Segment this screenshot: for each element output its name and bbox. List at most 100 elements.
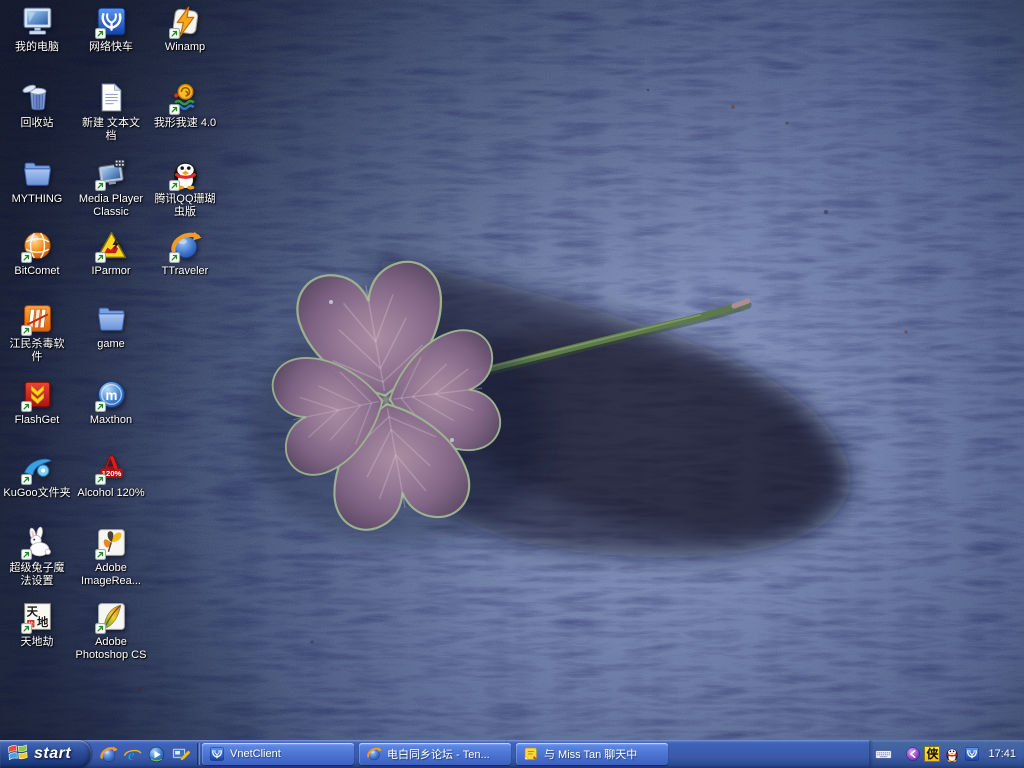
desktop-icon-iparmor[interactable]: IParmor bbox=[69, 229, 153, 278]
desktop-icon-label: 超级兔子魔 法设置 bbox=[0, 562, 79, 588]
shortcut-arrow-badge bbox=[95, 623, 106, 634]
shortcut-arrow-badge bbox=[169, 180, 180, 191]
shortcut-arrow-badge bbox=[95, 549, 106, 560]
ttraveler-icon bbox=[168, 229, 202, 263]
vnetclient-task[interactable]: VnetClient bbox=[202, 743, 354, 765]
show-desktop-quicklaunch[interactable] bbox=[170, 744, 190, 764]
shortcut-arrow-badge bbox=[21, 252, 32, 263]
start-button[interactable]: start bbox=[0, 740, 91, 768]
desktop: 我的电脑网络快车Winamp 回收站新建 文本文 档我形我速 4.0 MYTHING… bbox=[0, 0, 1024, 740]
desktop-icon-recycle-bin[interactable]: 回收站 bbox=[0, 81, 79, 130]
desktop-icon-label: Adobe ImageRea... bbox=[69, 562, 153, 588]
desktop-icon-label: 天地劫 bbox=[0, 636, 79, 649]
desktop-icon-label: Maxthon bbox=[69, 414, 153, 427]
winamp-icon bbox=[168, 5, 202, 39]
desktop-icon-mything[interactable]: MYTHING bbox=[0, 157, 79, 206]
folder-icon bbox=[94, 302, 128, 336]
folder-icon bbox=[20, 157, 54, 191]
shortcut-arrow-badge bbox=[95, 28, 106, 39]
desktop-icon-maxthon[interactable]: m Maxthon bbox=[69, 378, 153, 427]
shortcut-arrow-badge bbox=[169, 28, 180, 39]
shortcut-arrow-badge bbox=[21, 623, 32, 634]
desktop-icon-label: IParmor bbox=[69, 265, 153, 278]
start-button-label: start bbox=[34, 745, 71, 763]
shortcut-arrow-badge bbox=[169, 104, 180, 115]
desktop-icon-alcohol[interactable]: A120%Alcohol 120% bbox=[69, 451, 153, 500]
desktop-icon-imageready[interactable]: Adobe ImageRea... bbox=[69, 526, 153, 588]
system-tray: 侠 17:41 bbox=[869, 740, 1024, 768]
tray-qq-tray-icon[interactable] bbox=[943, 746, 960, 763]
desktop-icon-label: 新建 文本文 档 bbox=[69, 117, 153, 143]
shortcut-arrow-badge bbox=[95, 180, 106, 191]
photoshop-icon bbox=[94, 600, 128, 634]
desktop-icon-label: FlashGet bbox=[0, 414, 79, 427]
desktop-icon-winamp[interactable]: Winamp bbox=[143, 5, 227, 54]
tiandijie-icon: 天地劫 bbox=[20, 600, 54, 634]
desktop-icon-label: Adobe Photoshop CS bbox=[69, 636, 153, 662]
task-button-area: VnetClient 电白同乡论坛 - Ten... 与 Miss Tan 聊天中 bbox=[202, 740, 869, 768]
kugoo-icon bbox=[20, 451, 54, 485]
internet-explorer-quicklaunch[interactable]: e bbox=[122, 744, 142, 764]
desktop-icon-label: 网络快车 bbox=[69, 41, 153, 54]
forum-browser-task-label: 电白同乡论坛 - Ten... bbox=[387, 746, 490, 762]
imageready-icon bbox=[94, 526, 128, 560]
desktop-icon-new-text-doc[interactable]: 新建 文本文 档 bbox=[69, 81, 153, 143]
tray-input-method-icon[interactable] bbox=[875, 746, 892, 763]
desktop-icon-label: BitComet bbox=[0, 265, 79, 278]
desktop-icon-label: TTraveler bbox=[143, 265, 227, 278]
mpc-icon bbox=[94, 157, 128, 191]
svg-text:m: m bbox=[105, 388, 117, 403]
alcohol-icon: A120% bbox=[94, 451, 128, 485]
recycle-bin-icon bbox=[20, 81, 54, 115]
text-doc-icon bbox=[94, 81, 128, 115]
media-player-quicklaunch[interactable] bbox=[146, 744, 166, 764]
taskbar: start e VnetClient 电白同乡论坛 - Ten... 与 Miss … bbox=[0, 740, 1024, 768]
desktop-icon-game-folder[interactable]: game bbox=[69, 302, 153, 351]
shortcut-arrow-badge bbox=[21, 474, 32, 485]
desktop-icon-label: 回收站 bbox=[0, 117, 79, 130]
desktop-icon-tiandijie[interactable]: 天地劫天地劫 bbox=[0, 600, 79, 649]
desktop-icon-mpc[interactable]: Media Player Classic bbox=[69, 157, 153, 219]
desktop-icon-woxing-wosu[interactable]: 我形我速 4.0 bbox=[143, 81, 227, 130]
tray-telecom-tray-icon[interactable] bbox=[963, 746, 980, 763]
desktop-icon-label: game bbox=[69, 338, 153, 351]
desktop-icon-label: 我的电脑 bbox=[0, 41, 79, 54]
shortcut-arrow-badge bbox=[95, 252, 106, 263]
ttraveler-quicklaunch[interactable] bbox=[98, 744, 118, 764]
desktop-icon-super-rabbit[interactable]: 超级兔子魔 法设置 bbox=[0, 526, 79, 588]
windows-flag-icon bbox=[7, 741, 29, 768]
shortcut-arrow-badge bbox=[21, 325, 32, 336]
desktop-icon-label: KuGoo文件夹 bbox=[0, 487, 79, 500]
qq-icon bbox=[168, 157, 202, 191]
desktop-icon-label: Media Player Classic bbox=[69, 193, 153, 219]
shortcut-arrow-badge bbox=[21, 401, 32, 412]
svg-text:e: e bbox=[127, 746, 134, 763]
qq-chat-task-label: 与 Miss Tan 聊天中 bbox=[544, 746, 637, 762]
desktop-icon-flashget[interactable]: FlashGet bbox=[0, 378, 79, 427]
desktop-icon-kugoo-folder[interactable]: KuGoo文件夹 bbox=[0, 451, 79, 500]
bitcomet-icon bbox=[20, 229, 54, 263]
vnetclient-task-label: VnetClient bbox=[230, 748, 281, 760]
qq-chat-task[interactable]: 与 Miss Tan 聊天中 bbox=[516, 743, 668, 765]
desktop-icon-my-computer[interactable]: 我的电脑 bbox=[0, 5, 79, 54]
jiangmin-icon bbox=[20, 302, 54, 336]
desktop-icon-photoshop-cs[interactable]: Adobe Photoshop CS bbox=[69, 600, 153, 662]
desktop-icon-net-express[interactable]: 网络快车 bbox=[69, 5, 153, 54]
quick-launch-bar: e bbox=[91, 740, 195, 768]
desktop-icon-tencent-qq[interactable]: 腾讯QQ珊瑚 虫版 bbox=[143, 157, 227, 219]
shortcut-arrow-badge bbox=[21, 549, 32, 560]
shortcut-arrow-badge bbox=[95, 401, 106, 412]
tray-xia-game-icon[interactable]: 侠 bbox=[924, 746, 940, 762]
flashget-icon bbox=[20, 378, 54, 412]
desktop-icon-jiangmin-av[interactable]: 江民杀毒软 件 bbox=[0, 302, 79, 364]
desktop-icon-bitcomet[interactable]: BitComet bbox=[0, 229, 79, 278]
tray-purple-player-icon[interactable] bbox=[904, 746, 921, 763]
iparmor-icon bbox=[94, 229, 128, 263]
desktop-icon-label: 我形我速 4.0 bbox=[143, 117, 227, 130]
desktop-icon-label: Winamp bbox=[143, 41, 227, 54]
desktop-icon-label: 腾讯QQ珊瑚 虫版 bbox=[143, 193, 227, 219]
forum-browser-task[interactable]: 电白同乡论坛 - Ten... bbox=[359, 743, 511, 765]
desktop-icon-ttraveler[interactable]: TTraveler bbox=[143, 229, 227, 278]
tray-clock[interactable]: 17:41 bbox=[988, 748, 1016, 760]
taskbar-divider bbox=[197, 743, 200, 765]
